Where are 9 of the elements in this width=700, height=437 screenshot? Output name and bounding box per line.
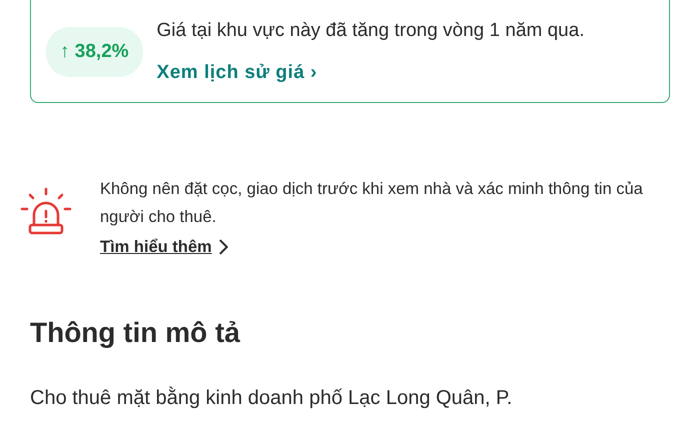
chevron-icon	[218, 238, 228, 256]
learn-more-link[interactable]: Tìm hiểu thêm	[100, 231, 228, 263]
price-history-link[interactable]: Xem lịch sử giá ›	[156, 62, 318, 82]
description-text: Cho thuê mặt bằng kinh doanh phố Lạc Long Quân, P.	[30, 387, 514, 410]
siren-icon	[20, 187, 72, 237]
price-text: Giá tại khu vực này đã tăng trong vòng 1 năm qua. Xem lịch sử giá ›	[156, 18, 586, 84]
warning-text: Không nên đặt cọc, giao dịch trước khi xem nhà và xác minh thông tin của người cho thuê.	[100, 179, 644, 228]
price-change-badge: ↑ 38,2%	[46, 26, 143, 76]
section-title: Thông tin mô tả	[30, 317, 242, 349]
